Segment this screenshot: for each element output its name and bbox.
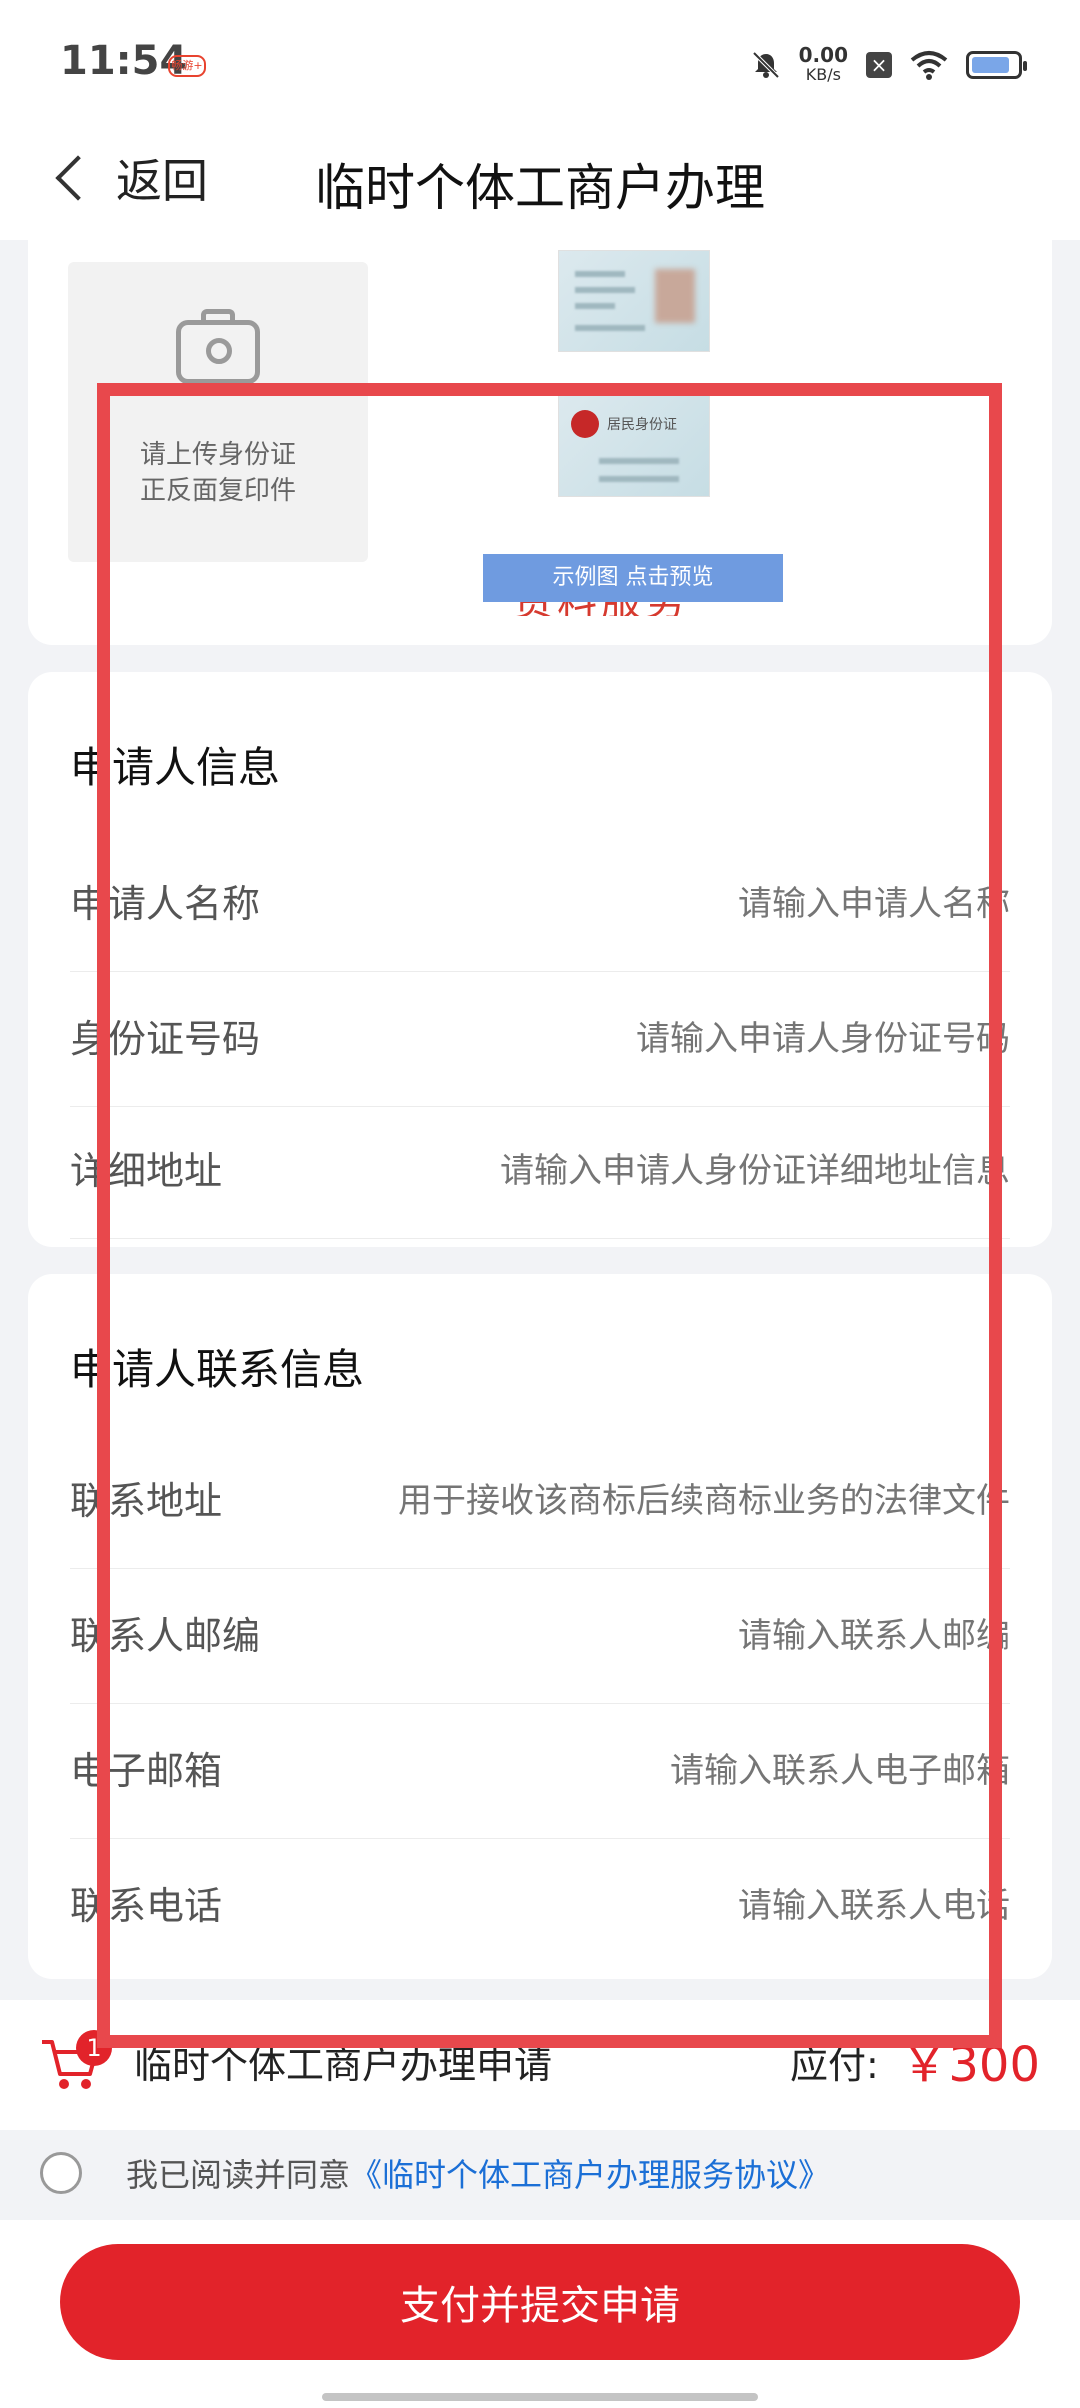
phone-row: 联系电话 bbox=[70, 1839, 1010, 1973]
wifi-icon bbox=[910, 51, 948, 80]
notification-muted-icon bbox=[752, 51, 780, 79]
net-speed: 0.00 KB/s bbox=[799, 45, 848, 85]
order-title: 临时个体工商户办理申请 bbox=[134, 2043, 553, 2087]
postcode-input[interactable] bbox=[390, 1569, 1010, 1703]
battery-icon bbox=[966, 51, 1027, 79]
contact-section-title: 申请人联系信息 bbox=[70, 1345, 365, 1394]
applicant-name-row: 申请人名称 bbox=[70, 837, 1010, 972]
upload-hint-line2: 正反面复印件 bbox=[139, 476, 296, 506]
phone-label: 联系电话 bbox=[70, 1884, 223, 1928]
applicant-section-title: 申请人信息 bbox=[70, 743, 281, 792]
page-title: 临时个体工商户办理 bbox=[315, 159, 765, 217]
id-upload-box[interactable]: 请上传身份证 正反面复印件 bbox=[68, 262, 368, 562]
status-bar: 11:54 畅游+ 0.00 KB/s × bbox=[0, 0, 1080, 130]
address-input[interactable] bbox=[390, 1104, 1010, 1238]
id-number-input[interactable] bbox=[390, 972, 1010, 1106]
applicant-info-card: 申请人信息 申请人名称 身份证号码 详细地址 bbox=[28, 672, 1052, 1247]
pay-label: 应付: bbox=[790, 2043, 879, 2087]
address-label: 详细地址 bbox=[70, 1149, 223, 1193]
nav-header: 返回 临时个体工商户办理 bbox=[0, 130, 1080, 240]
phone-input[interactable] bbox=[390, 1839, 1010, 1973]
email-row: 电子邮箱 bbox=[70, 1704, 1010, 1839]
camera-icon bbox=[176, 309, 260, 384]
home-indicator[interactable] bbox=[322, 2393, 758, 2401]
agreement-text: 我已阅读并同意《临时个体工商户办理服务协议》 bbox=[126, 2130, 830, 2220]
submit-area: 支付并提交申请 bbox=[0, 2220, 1080, 2408]
id-back-title: 居民身份证 bbox=[607, 417, 677, 433]
sample-preview-button[interactable]: 示例图 点击预览 bbox=[483, 554, 783, 602]
contact-address-row: 联系地址 bbox=[70, 1434, 1010, 1569]
id-number-row: 身份证号码 bbox=[70, 972, 1010, 1107]
contact-address-label: 联系地址 bbox=[70, 1479, 223, 1523]
contact-address-input[interactable] bbox=[390, 1434, 1010, 1568]
agree-radio[interactable] bbox=[40, 2152, 82, 2194]
battery-level bbox=[972, 57, 1009, 73]
agreement-prefix: 我已阅读并同意 bbox=[126, 2156, 351, 2194]
upload-hint-line1: 请上传身份证 bbox=[139, 440, 296, 470]
emblem-icon bbox=[571, 410, 599, 438]
id-card-front-image bbox=[558, 250, 710, 352]
app-badge-icon: 畅游+ bbox=[168, 55, 206, 77]
net-speed-unit: KB/s bbox=[805, 65, 841, 84]
email-input[interactable] bbox=[390, 1704, 1010, 1838]
id-number-label: 身份证号码 bbox=[70, 1017, 261, 1061]
applicant-name-input[interactable] bbox=[390, 837, 1010, 971]
address-row: 详细地址 bbox=[70, 1104, 1010, 1239]
net-speed-value: 0.00 bbox=[798, 43, 848, 67]
status-icons: 0.00 KB/s × bbox=[751, 40, 1027, 90]
upload-card: 请上传身份证 正反面复印件 居民身份证 资料服务 示例图 点击预览 bbox=[28, 240, 1052, 645]
order-summary-bar: 1 临时个体工商户办理申请 应付: ￥300 bbox=[0, 2000, 1080, 2130]
agreement-link[interactable]: 《临时个体工商户办理服务协议》 bbox=[350, 2156, 830, 2194]
cart-count-badge: 1 bbox=[76, 2030, 112, 2066]
contact-info-card: 申请人联系信息 联系地址 联系人邮编 电子邮箱 联系电话 bbox=[28, 1274, 1052, 1979]
applicant-name-label: 申请人名称 bbox=[70, 882, 261, 926]
close-box-icon: × bbox=[866, 52, 892, 78]
id-sample-preview[interactable]: 居民身份证 资料服务 示例图 点击预览 bbox=[483, 250, 783, 616]
postcode-label: 联系人邮编 bbox=[70, 1614, 261, 1658]
agreement-bar: 我已阅读并同意《临时个体工商户办理服务协议》 bbox=[0, 2130, 1080, 2220]
email-label: 电子邮箱 bbox=[70, 1749, 223, 1793]
pay-submit-button[interactable]: 支付并提交申请 bbox=[60, 2244, 1020, 2360]
pay-amount: ￥300 bbox=[900, 2037, 1040, 2093]
id-card-back-image: 居民身份证 bbox=[558, 395, 710, 497]
upload-hint: 请上传身份证 正反面复印件 bbox=[68, 437, 368, 509]
postcode-row: 联系人邮编 bbox=[70, 1569, 1010, 1704]
